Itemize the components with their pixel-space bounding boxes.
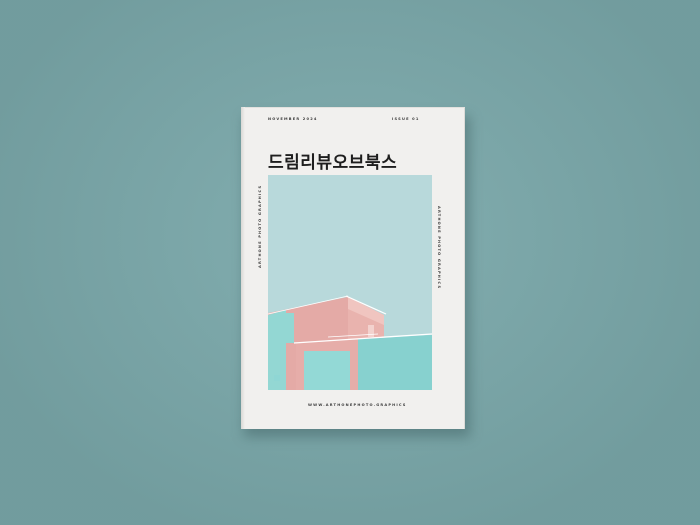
cover-side-text-right: ARTHONE PHOTO GRAPHICS — [437, 206, 441, 290]
cover-side-text-left: ARTHONE PHOTO GRAPHICS — [258, 184, 262, 268]
cover-issue: ISSUE 01 — [392, 117, 420, 121]
cover-date: NOVEMBER 2024 — [268, 117, 318, 121]
book-spine-edge — [241, 107, 245, 429]
cover-photo — [268, 175, 432, 390]
cover-title: 드림리뷰오브북스 — [268, 153, 398, 173]
cover-website: WWW.ARTHONEPHOTO.GRAPHICS — [308, 403, 407, 407]
